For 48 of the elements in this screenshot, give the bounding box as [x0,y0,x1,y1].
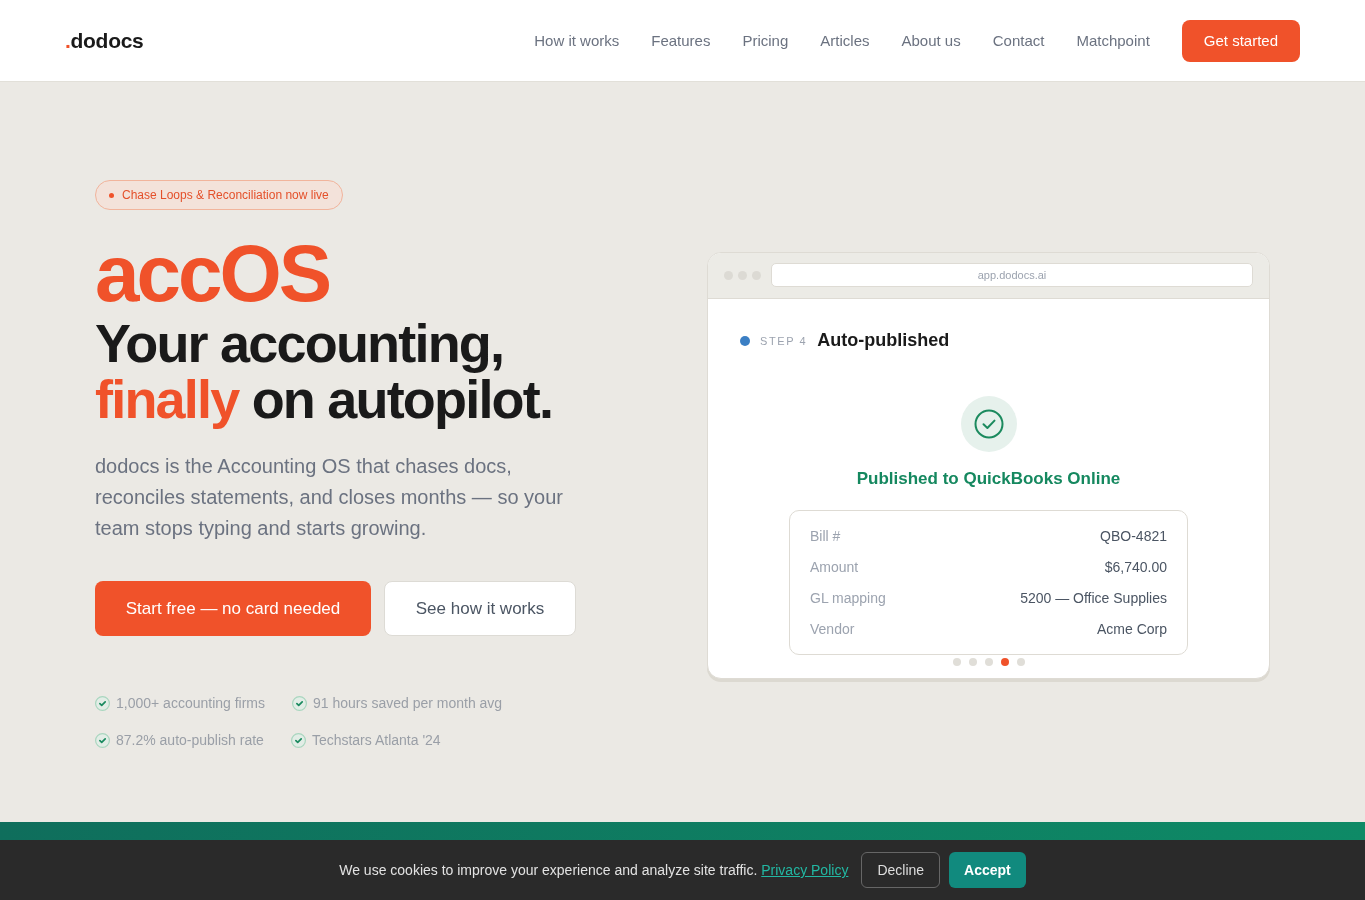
nav-link[interactable]: Articles [820,32,870,49]
stat-text: 91 hours saved per month avg [313,695,503,711]
decline-button[interactable]: Decline [861,852,941,888]
stat-text: 87.2% auto-publish rate [116,732,264,748]
detail-label: Amount [810,558,859,575]
carousel-dot[interactable] [984,657,993,666]
stat-text: Techstars Atlanta '24 [311,732,441,748]
publish-status: Published to QuickBooks Online [856,467,1121,490]
step-title: Auto-published [817,330,950,351]
carousel-dot[interactable] [1016,657,1025,666]
detail-value: $6,740.00 [1104,558,1167,575]
detail-value: Acme Corp [1096,620,1167,637]
detail-value: 5200 — Office Supplies [1020,589,1167,606]
announcement-text: Chase Loops & Reconciliation now live [122,188,329,202]
carousel-dot[interactable] [952,657,961,666]
check-circle-icon [960,395,1017,452]
get-started-button[interactable]: Get started [1181,19,1300,62]
detail-label: GL mapping [810,589,886,606]
carousel-dot[interactable] [968,657,977,666]
bullet-dot-icon [109,192,114,198]
nav-link[interactable]: Pricing [742,32,789,49]
product-name: accOS [95,234,330,314]
hero-description: dodocs is the Accounting OS that chases docs, reconciles statements, and closes months — so your team stops typing and starts growing. [95,454,564,541]
announcement-pill[interactable]: Chase Loops & Reconciliation now live [95,180,343,210]
see-how-button[interactable]: See how it works [384,581,576,636]
check-circle-icon [292,695,308,711]
nav-link[interactable]: About us [901,32,961,49]
status-dot-icon [740,335,750,346]
detail-label: Bill # [810,527,841,544]
address-bar: app.dodocs.ai [771,263,1253,287]
check-circle-icon [290,732,306,748]
check-circle-icon [95,695,110,711]
start-free-button[interactable]: Start free — no card needed [95,581,371,636]
nav-link[interactable]: How it works [534,32,620,49]
accept-button[interactable]: Accept [949,852,1026,888]
detail-value: QBO-4821 [1100,527,1167,544]
nav-link[interactable]: Contact [992,32,1045,49]
hero-headline: Your accounting, finally on autopilot. [95,315,554,427]
carousel-dot[interactable] [1000,657,1009,666]
step-label: STEP 4 [760,334,808,347]
detail-label: Vendor [810,620,855,637]
cookie-notice: We use cookies to improve your experience and analyze site traffic. Privacy Policy [339,862,849,878]
privacy-policy-link[interactable]: Privacy Policy [761,862,849,878]
nav-link[interactable]: Features [651,32,711,49]
logo[interactable]: .dodocs [65,28,144,53]
check-circle-icon [95,732,110,748]
nav-link[interactable]: Matchpoint [1076,32,1150,49]
stat-text: 1,000+ accounting firms [116,695,266,711]
